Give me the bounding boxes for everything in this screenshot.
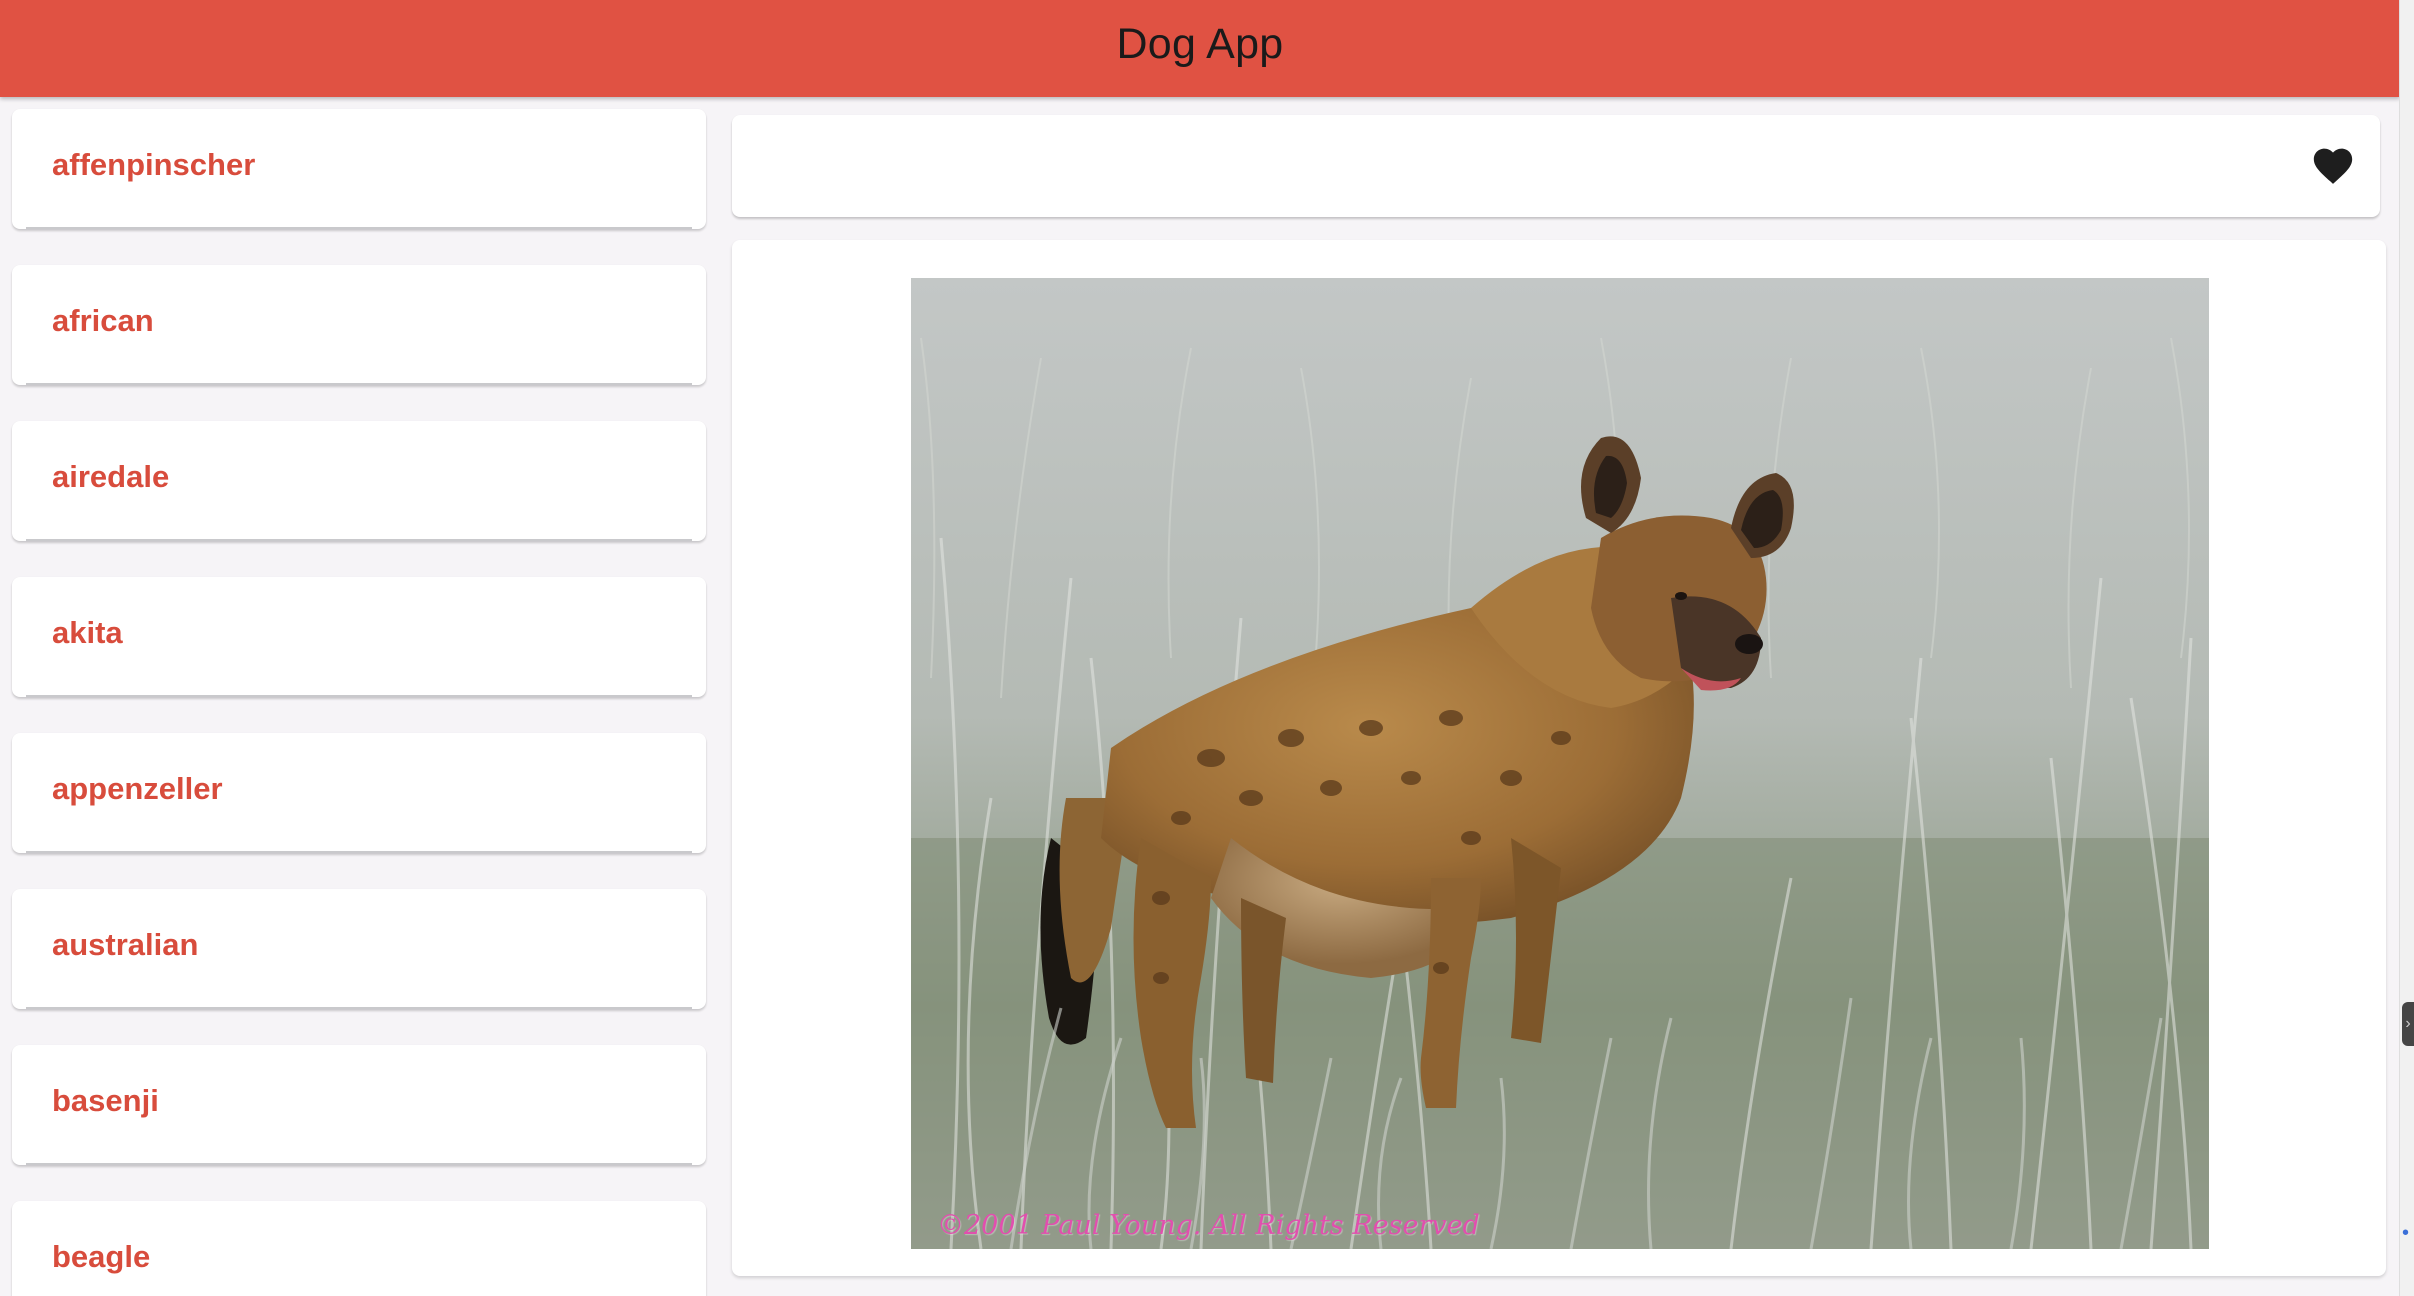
breed-label: affenpinscher — [52, 147, 256, 182]
hyena-illustration — [911, 278, 2209, 1249]
edge-link-icon[interactable]: • — [2402, 1222, 2414, 1248]
heart-icon — [2313, 148, 2353, 184]
breed-item-airedale[interactable]: airedale — [12, 421, 706, 541]
breed-label: african — [52, 303, 154, 338]
breed-label: appenzeller — [52, 771, 223, 806]
breed-item-australian[interactable]: australian — [12, 889, 706, 1009]
breed-item-african[interactable]: african — [12, 265, 706, 385]
breed-item-appenzeller[interactable]: appenzeller — [12, 733, 706, 853]
breed-label: beagle — [52, 1239, 151, 1274]
breed-label: basenji — [52, 1083, 159, 1118]
app-bar: Dog App — [0, 0, 2400, 97]
side-panel-handle[interactable]: › — [2402, 1002, 2414, 1046]
breed-label: airedale — [52, 459, 170, 494]
breed-label: australian — [52, 927, 199, 962]
window-edge — [2399, 0, 2414, 1296]
photo-copyright: ©2001 Paul Young. All Rights Reserved — [937, 1210, 1480, 1241]
breed-label: akita — [52, 615, 123, 650]
breed-list[interactable]: affenpinscher african airedale akita app… — [0, 97, 720, 1296]
breed-item-beagle[interactable]: beagle — [12, 1201, 706, 1296]
dog-photo: ©2001 Paul Young. All Rights Reserved — [911, 278, 2209, 1249]
image-toolbar — [732, 115, 2380, 217]
breed-item-akita[interactable]: akita — [12, 577, 706, 697]
breed-item-basenji[interactable]: basenji — [12, 1045, 706, 1165]
favorite-button[interactable] — [2310, 142, 2356, 186]
breed-item-affenpinscher[interactable]: affenpinscher — [12, 109, 706, 229]
app-title: Dog App — [1116, 20, 1284, 68]
